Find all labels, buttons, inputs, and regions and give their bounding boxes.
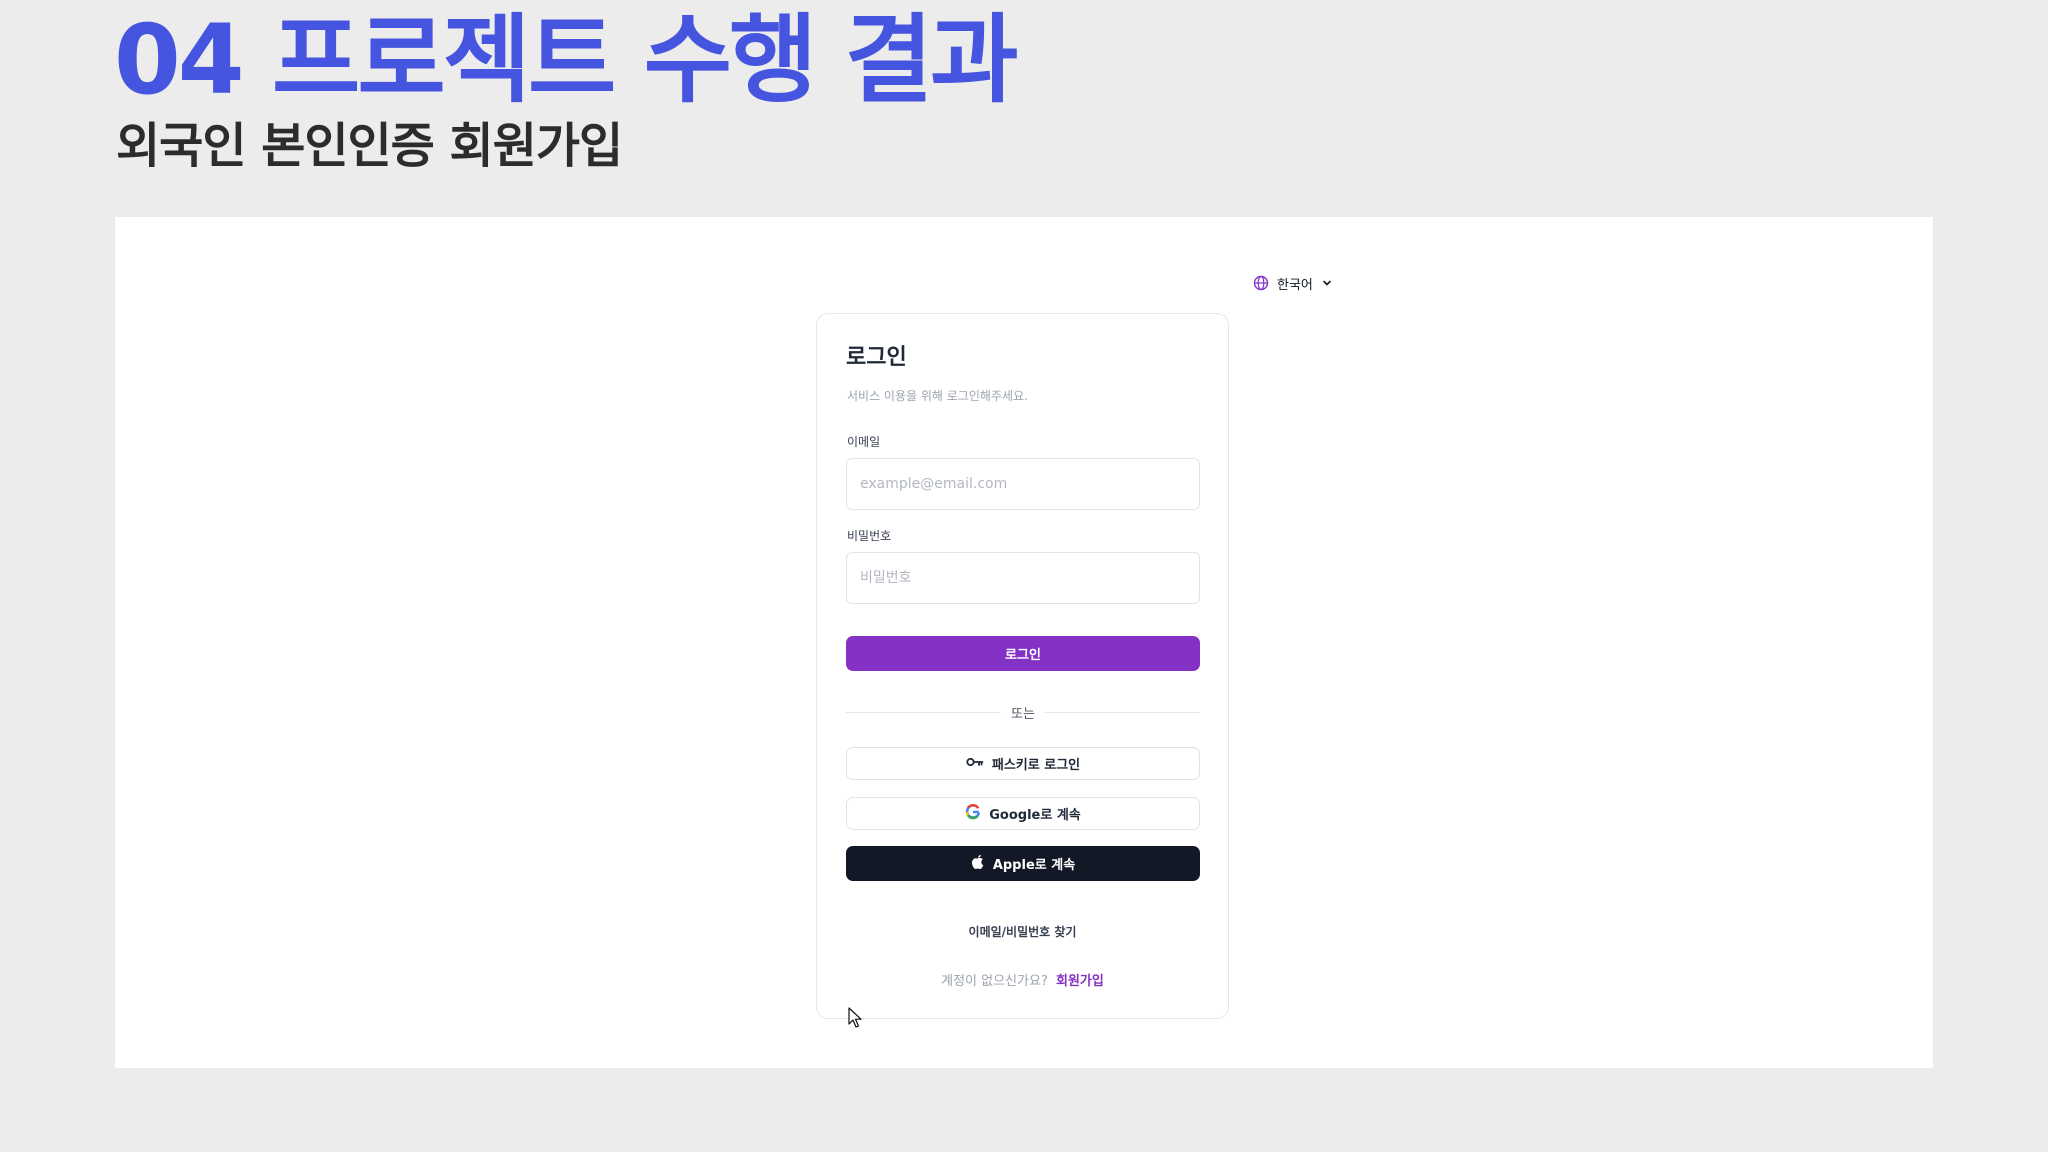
mouse-cursor-icon xyxy=(848,1007,864,1033)
google-icon xyxy=(965,803,981,824)
apple-button-label: Apple로 계속 xyxy=(992,858,1076,873)
login-button-label: 로그인 xyxy=(1005,648,1041,663)
app-screenshot: 한국어 로그인 서비스 이용을 위해 로그인해주세요. 이메일 비밀번호 로그인… xyxy=(115,217,1933,1068)
language-selector[interactable]: 한국어 xyxy=(1253,271,1333,295)
divider-text: 또는 xyxy=(1011,706,1035,722)
slide-title: 04 프로젝트 수행 결과 xyxy=(114,4,1018,116)
globe-icon xyxy=(1253,275,1269,291)
login-title: 로그인 xyxy=(846,345,907,370)
google-login-button[interactable]: Google로 계속 xyxy=(846,797,1200,830)
password-label: 비밀번호 xyxy=(847,529,892,543)
email-input[interactable] xyxy=(846,458,1200,510)
divider-line-left xyxy=(846,711,1002,713)
passkey-login-button[interactable]: 패스키로 로그인 xyxy=(846,747,1200,780)
signup-link[interactable]: 회원가입 xyxy=(1056,974,1104,989)
password-input[interactable] xyxy=(846,552,1200,604)
passkey-button-label: 패스키로 로그인 xyxy=(991,758,1081,773)
login-subtitle: 서비스 이용을 위해 로그인해주세요. xyxy=(847,389,1028,403)
google-button-label: Google로 계속 xyxy=(989,808,1081,823)
key-icon xyxy=(966,756,984,772)
chevron-down-icon xyxy=(1321,277,1333,289)
or-divider: 또는 xyxy=(846,703,1201,722)
email-label: 이메일 xyxy=(847,435,881,449)
find-account-link[interactable]: 이메일/비밀번호 찾기 xyxy=(817,923,1228,940)
login-button[interactable]: 로그인 xyxy=(846,636,1200,671)
signup-row: 계정이 없으신가요? 회원가입 xyxy=(817,970,1228,989)
slide-subtitle: 외국인 본인인증 회원가입 xyxy=(116,118,623,174)
language-label: 한국어 xyxy=(1277,277,1313,293)
signup-prompt: 계정이 없으신가요? xyxy=(941,974,1048,989)
apple-login-button[interactable]: Apple로 계속 xyxy=(846,846,1200,881)
apple-icon xyxy=(971,854,985,874)
divider-line-right xyxy=(1044,711,1201,713)
login-card: 로그인 서비스 이용을 위해 로그인해주세요. 이메일 비밀번호 로그인 또는 … xyxy=(816,313,1229,1019)
